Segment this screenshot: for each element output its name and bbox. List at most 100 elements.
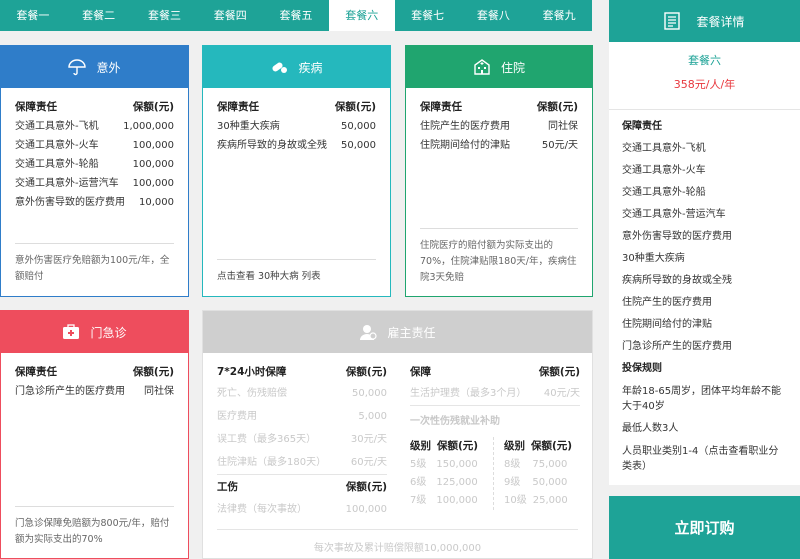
tab-plan-9[interactable]: 套餐九 (526, 0, 592, 31)
table-row: 交通工具意外-飞机 1,000,000 (15, 117, 174, 136)
table-row: 7级 100,000 (410, 492, 487, 510)
row-value: 5,000 (358, 411, 387, 422)
grade-header: 级别 (410, 440, 431, 452)
col-amount: 保额(元) (132, 366, 174, 378)
list-item: 住院期间给付的津贴 (622, 319, 712, 330)
row-value: 同社保 (548, 121, 578, 132)
row-value: 100,000 (132, 178, 174, 189)
grade-value: 50,000 (532, 477, 568, 488)
hospital-note: 住院医疗的赔付额为实际支出的70%，住院津贴限180天/年，疾病住院3天免赔 (420, 228, 578, 286)
row-label: 疾病所导致的身故或全残 (217, 140, 327, 151)
row-label: 交通工具意外-飞机 (15, 121, 99, 132)
plan-price: 358元/人/年 (673, 78, 736, 91)
col-coverage: 保障责任 (15, 101, 57, 113)
row-label: 交通工具意外-轮船 (15, 159, 99, 170)
disease-card: 疾病 保障责任 保额(元) 30种重大疾病 50,000 疾病所导致的身故或全残 50… (202, 45, 391, 297)
work-injury-header: 工伤 (217, 481, 238, 493)
buy-now-button[interactable]: 立即订购 (609, 496, 800, 559)
table-row: 意外伤害导致的医疗费用 10,000 (15, 193, 174, 212)
accident-card: 意外 保障责任 保额(元) 交通工具意外-飞机 1,000,000 交通工具意外-火… (0, 45, 189, 297)
disability-subsidy-title: 一次性伤残就业补助 (410, 416, 500, 427)
row-label: 门急诊所产生的医疗费用 (15, 386, 125, 397)
table-row: 30种重大疾病 50,000 (217, 117, 376, 136)
list-item: 交通工具意外-火车 (622, 165, 706, 176)
grade-header: 级别 (504, 440, 525, 452)
row-label: 意外伤害导致的医疗费用 (15, 197, 125, 208)
col-amount: 保额(元) (334, 101, 376, 113)
col-coverage: 保障责任 (217, 101, 259, 113)
plan-tabs: 套餐一 套餐二 套餐三 套餐四 套餐五 套餐六 套餐七 套餐八 套餐九 (0, 0, 592, 31)
row-value: 50元/天 (541, 140, 578, 151)
first-aid-icon (63, 324, 80, 339)
table-row: 6级 125,000 (410, 474, 487, 492)
table-row: 10级 25,000 (504, 492, 572, 510)
list-item: 保障责任 (622, 121, 662, 132)
row-value: 100,000 (345, 504, 387, 515)
occupation-link[interactable]: 人员职业类别1-4（点击查看职业分类表） (622, 444, 787, 474)
selected-plan-name: 套餐六 (688, 54, 721, 67)
tab-plan-8[interactable]: 套餐八 (460, 0, 526, 31)
row-label: 医疗费用 (217, 411, 257, 422)
tab-plan-6[interactable]: 套餐六 (328, 0, 395, 31)
grade-label: 9级 (504, 477, 521, 488)
grade-value: 25,000 (532, 495, 568, 506)
details-list: 保障责任 交通工具意外-飞机 交通工具意外-火车 交通工具意外-轮船 交通工具意… (609, 110, 800, 480)
list-item: 交通工具意外-营运汽车 (622, 209, 726, 220)
tab-plan-7[interactable]: 套餐七 (395, 0, 461, 31)
list-item: 最低人数3人 (622, 423, 679, 434)
grade-label: 8级 (504, 459, 521, 470)
row-value: 10,000 (139, 197, 174, 208)
grade-label: 5级 (410, 459, 427, 470)
row-value: 100,000 (132, 140, 174, 151)
list-item: 意外伤害导致的医疗费用 (622, 231, 732, 242)
grade-label: 6级 (410, 477, 427, 488)
tab-plan-4[interactable]: 套餐四 (197, 0, 263, 31)
col-amount: 保额(元) (132, 101, 174, 113)
tab-plan-3[interactable]: 套餐三 (132, 0, 198, 31)
accident-note: 意外伤害医疗免赔额为100元/年，全额赔付 (15, 243, 174, 285)
employer-header: 雇主责任 (203, 311, 592, 353)
disease-header: 疾病 (203, 46, 390, 88)
tab-plan-2[interactable]: 套餐二 (66, 0, 132, 31)
table-row: 门急诊所产生的医疗费用 同社保 (15, 382, 174, 401)
tab-plan-1[interactable]: 套餐一 (0, 0, 66, 31)
row-label: 误工费（最多365天） (217, 434, 317, 445)
row-label: 死亡、伤残赔偿 (217, 388, 287, 399)
list-item: 交通工具意外-轮船 (622, 187, 706, 198)
er-title: 门急诊 (90, 325, 127, 340)
col-coverage: 7*24小时保障 (217, 366, 287, 378)
hospital-card: 住院 保障责任 保额(元) 住院产生的医疗费用 同社保 住院期间给付的津贴 50元/天… (405, 45, 593, 297)
list-item: 疾病所导致的身故或全残 (622, 275, 732, 286)
details-header: 套餐详情 (609, 0, 800, 42)
row-value: 60元/天 (350, 457, 387, 468)
document-icon (664, 12, 681, 30)
row-label: 住院产生的医疗费用 (420, 121, 510, 132)
er-header: 门急诊 (1, 311, 188, 353)
table-row: 医疗费用 5,000 (217, 405, 387, 428)
accident-title: 意外 (96, 60, 121, 75)
grade-label: 10级 (504, 495, 527, 506)
row-value: 50,000 (341, 121, 376, 132)
hospital-title: 住院 (500, 60, 525, 75)
col-coverage: 保障责任 (420, 101, 462, 113)
list-item: 30种重大疾病 (622, 253, 685, 264)
disease-list-link[interactable]: 点击查看 30种大病 列表 (217, 259, 376, 285)
table-row: 交通工具意外-运营汽车 100,000 (15, 174, 174, 193)
tab-plan-5[interactable]: 套餐五 (263, 0, 329, 31)
row-value: 50,000 (352, 388, 387, 399)
table-row: 交通工具意外-轮船 100,000 (15, 155, 174, 174)
row-value: 40元/天 (543, 388, 580, 399)
col-coverage: 保障责任 (15, 366, 57, 378)
table-row: 9级 50,000 (504, 474, 572, 492)
row-value: 1,000,000 (123, 121, 174, 132)
table-row: 交通工具意外-火车 100,000 (15, 136, 174, 155)
employer-card: 雇主责任 7*24小时保障 保额(元) 死亡、伤残赔偿 50,000 医疗费用 5,0… (202, 310, 593, 559)
hospital-header: 住院 (406, 46, 592, 88)
row-label: 交通工具意外-运营汽车 (15, 178, 119, 189)
row-label: 住院津贴（最多180天） (217, 457, 327, 468)
col-coverage: 保障 (410, 366, 431, 378)
col-amount: 保额(元) (538, 366, 580, 378)
col-amount: 保额(元) (536, 101, 578, 113)
list-item: 住院产生的医疗费用 (622, 297, 712, 308)
hospital-icon (474, 59, 490, 75)
